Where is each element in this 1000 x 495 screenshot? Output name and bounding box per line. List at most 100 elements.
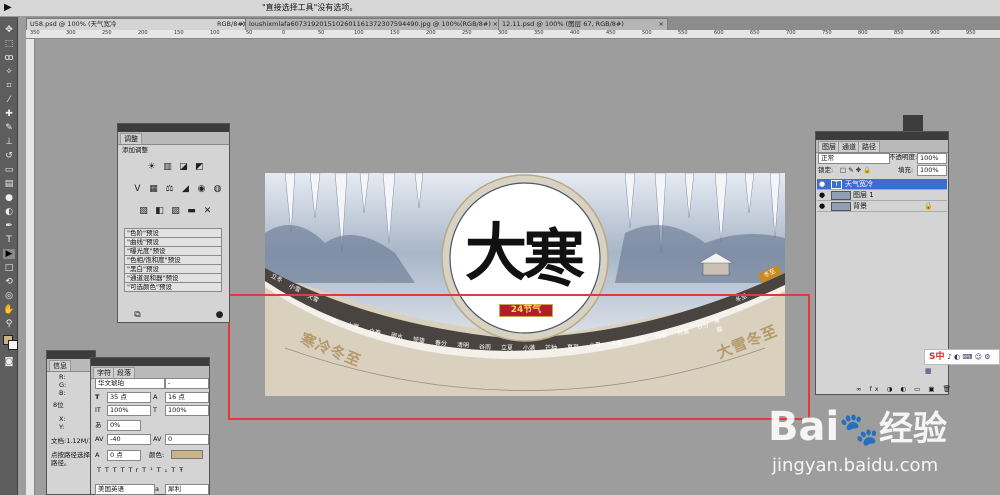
hand-tool-icon[interactable]: ✋ xyxy=(3,305,15,315)
baseline-field[interactable]: 0 点 xyxy=(107,450,141,461)
horizontal-scale-field[interactable]: 100% xyxy=(165,405,209,416)
opacity-field[interactable]: 100% xyxy=(917,153,947,164)
kerning-field[interactable]: -40 xyxy=(107,434,151,445)
lasso-tool-icon[interactable]: ꝏ xyxy=(3,53,15,63)
leading-icon: A xyxy=(153,393,158,401)
direct-select-tool-icon[interactable]: ▶ xyxy=(4,2,26,14)
vertical-scale-field[interactable]: 100% xyxy=(107,405,151,416)
ime-toolbar[interactable]: S中 ♪ ◐ ⌨ ☺ ⚙ ▦ xyxy=(924,349,1000,375)
visibility-eye-icon[interactable]: ● xyxy=(819,179,825,189)
antialias-select[interactable]: 犀利 xyxy=(165,484,209,495)
layer-thumbnail xyxy=(831,202,851,211)
visibility-eye-icon[interactable]: ● xyxy=(819,201,825,211)
marquee-tool-icon[interactable]: ⬚ xyxy=(3,39,15,49)
layer-footer-buttons[interactable]: ∞ fx ◑ ◐ ▭ ▣ 🗑 xyxy=(856,385,954,393)
hue-saturation-icon[interactable]: ▦ xyxy=(148,184,159,195)
zoom-tool-icon[interactable]: ⚲ xyxy=(3,319,15,329)
antialias-icon: a xyxy=(155,485,159,493)
tsume-icon: あ xyxy=(95,421,102,429)
blend-mode-select[interactable]: 正常 xyxy=(818,153,890,164)
gradient-tool-icon[interactable]: ▤ xyxy=(3,179,15,189)
exposure-icon[interactable]: ◩ xyxy=(194,162,205,173)
crop-tool-icon[interactable]: ⌗ xyxy=(3,81,15,91)
font-size-icon: T xyxy=(95,393,100,401)
font-family-select[interactable]: 华文琥珀 xyxy=(95,378,165,389)
baseline-icon: A xyxy=(95,451,100,459)
eyedropper-icon[interactable]: ⁄ xyxy=(3,95,15,105)
path-select-tool-icon[interactable]: ▶ xyxy=(3,249,15,259)
tracking-icon: AV xyxy=(153,435,162,443)
horizontal-ruler: 350 300 250 200 150 100 50 0 50 100 150 … xyxy=(26,30,1000,39)
move-tool-icon[interactable]: ✥ xyxy=(3,25,15,35)
lock-icon: 🔒 xyxy=(924,202,933,210)
character-panel: 字符 段落 华文琥珀 - T 35 点 A 16 点 IT 100% T 100… xyxy=(90,357,210,495)
blur-tool-icon[interactable]: ● xyxy=(3,193,15,203)
layer-row[interactable]: ● 图层 1 xyxy=(817,190,947,201)
brightness-icon[interactable]: ☀ xyxy=(146,162,157,173)
lock-icons[interactable]: □ ✎ ✥ 🔒 xyxy=(840,166,871,174)
language-select[interactable]: 美国英语 xyxy=(95,484,155,495)
magic-wand-icon[interactable]: ✧ xyxy=(3,67,15,77)
history-brush-icon[interactable]: ↺ xyxy=(3,151,15,161)
text-color-swatch[interactable] xyxy=(171,450,203,459)
document-tabs: U58.psd @ 100% (天气宽冷 RGB/8#) * × loushix… xyxy=(26,17,1000,31)
3d-rotate-icon[interactable]: ⟲ xyxy=(3,277,15,287)
adjustments-panel: 调整 添加调整 ☀ ▥ ◪ ◩ V ▦ ⚖ ◢ ◉ ◍ ▧ ◧ ▨ ▬ ✕ "色… xyxy=(117,123,230,323)
shape-tool-icon[interactable]: □ xyxy=(3,263,15,273)
options-hint: "直接选择工具"没有选项。 xyxy=(262,3,358,12)
tab-adjustments[interactable]: 调整 xyxy=(120,133,142,144)
tab-paragraph[interactable]: 段落 xyxy=(113,367,135,378)
layer-row[interactable]: ● 背景 🔒 xyxy=(817,201,947,212)
invert-icon[interactable]: ▧ xyxy=(138,206,149,217)
font-style-select[interactable]: - xyxy=(165,378,209,389)
kerning-icon: AV xyxy=(95,435,104,443)
preset-selective-color[interactable]: "可选颜色"预设 xyxy=(124,282,222,292)
levels-icon[interactable]: ▥ xyxy=(162,162,173,173)
photo-filter-icon[interactable]: ◉ xyxy=(196,184,207,195)
options-bar: ▶ "直接选择工具"没有选项。 xyxy=(0,0,1000,17)
layer-thumbnail xyxy=(831,191,851,200)
fill-field[interactable]: 100% xyxy=(917,165,947,176)
tab-paths[interactable]: 路径 xyxy=(858,141,880,152)
stamp-tool-icon[interactable]: ⊥ xyxy=(3,137,15,147)
layer-row[interactable]: ● T 天气宽冷 xyxy=(817,179,947,190)
tab-info[interactable]: 信息 xyxy=(49,360,71,371)
color-label: 颜色: xyxy=(149,451,165,459)
posterize-icon[interactable]: ◧ xyxy=(154,206,165,217)
leading-field[interactable]: 16 点 xyxy=(165,392,209,403)
doc-size: 文档:1.12M/1 xyxy=(51,437,93,445)
close-icon[interactable]: × xyxy=(659,19,664,30)
visibility-eye-icon[interactable]: ● xyxy=(819,190,825,200)
tab-layers[interactable]: 图层 xyxy=(818,141,840,152)
text-style-buttons[interactable]: TTTTTrT¹T₁TŦ xyxy=(97,466,187,474)
vertical-scale-icon: IT xyxy=(95,406,101,414)
selective-color-icon[interactable]: ✕ xyxy=(202,206,213,217)
dodge-tool-icon[interactable]: ◐ xyxy=(3,207,15,217)
horizontal-scale-icon: T xyxy=(153,406,157,414)
threshold-icon[interactable]: ▨ xyxy=(170,206,181,217)
color-balance-icon[interactable]: ⚖ xyxy=(164,184,175,195)
brush-tool-icon[interactable]: ✎ xyxy=(3,123,15,133)
gradient-map-icon[interactable]: ▬ xyxy=(186,206,197,217)
watermark-url: jingyan.baidu.com xyxy=(772,455,939,476)
pen-tool-icon[interactable]: ✒ xyxy=(3,221,15,231)
background-color-swatch[interactable] xyxy=(8,340,18,350)
black-white-icon[interactable]: ◢ xyxy=(180,184,191,195)
tab-character[interactable]: 字符 xyxy=(93,367,115,378)
font-size-field[interactable]: 35 点 xyxy=(107,392,151,403)
panel-options-icon[interactable]: ● xyxy=(214,310,225,321)
title-char-2: 寒 xyxy=(522,222,585,295)
quick-mask-icon[interactable]: ◙ xyxy=(3,357,15,367)
eraser-tool-icon[interactable]: ▭ xyxy=(3,165,15,175)
type-tool-icon[interactable]: T xyxy=(3,235,15,245)
curves-icon[interactable]: ◪ xyxy=(178,162,189,173)
tab-channels[interactable]: 通道 xyxy=(838,141,860,152)
tracking-field[interactable]: 0 xyxy=(165,434,209,445)
3d-orbit-icon[interactable]: ◎ xyxy=(3,291,15,301)
vibrance-icon[interactable]: V xyxy=(132,184,143,195)
tsume-field[interactable]: 0% xyxy=(107,420,141,431)
channel-mixer-icon[interactable]: ◍ xyxy=(212,184,223,195)
panel-menu-icon[interactable]: ⧉ xyxy=(132,310,143,321)
watermark-brand: Bai🐾经验 xyxy=(768,404,948,450)
healing-brush-icon[interactable]: ✚ xyxy=(3,109,15,119)
